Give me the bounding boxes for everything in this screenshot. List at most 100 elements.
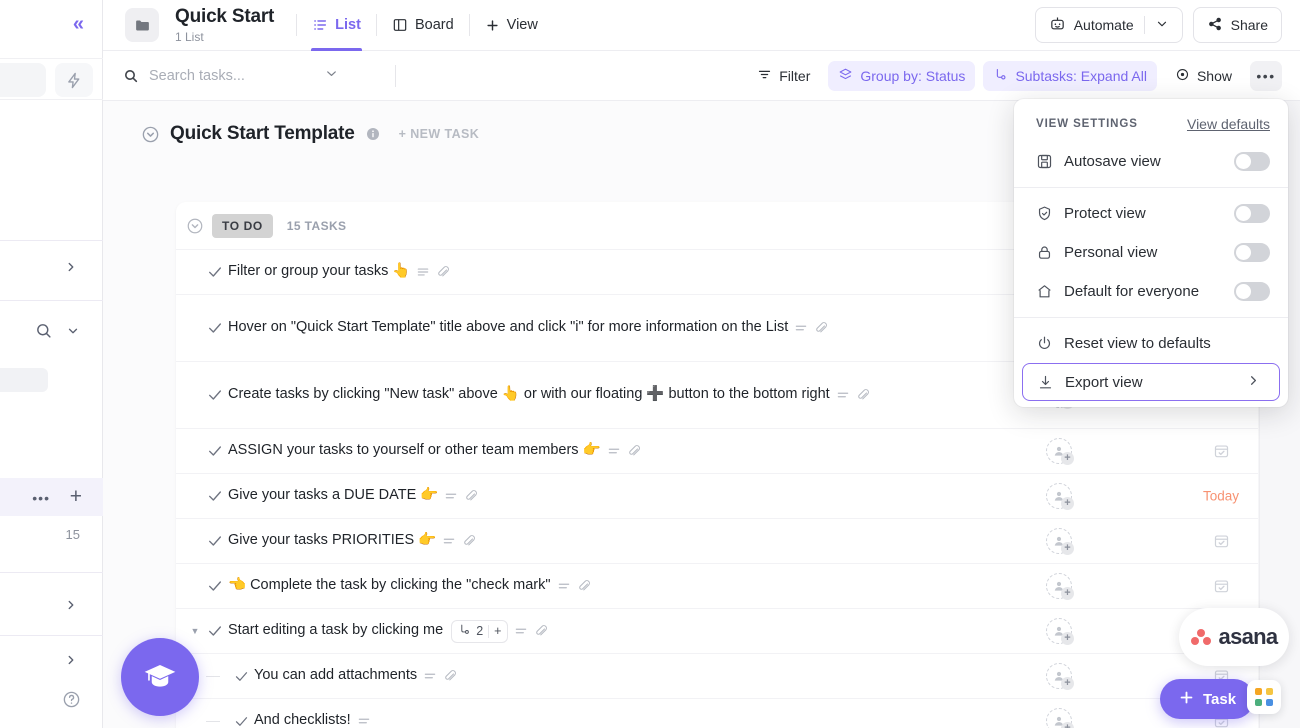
- task-complete-checkmark[interactable]: [228, 714, 254, 728]
- attachment-icon[interactable]: [462, 534, 476, 548]
- table-row[interactable]: Give your tasks PRIORITIES 👉 +: [176, 518, 1258, 563]
- description-icon[interactable]: [794, 321, 808, 335]
- assignee-cell[interactable]: +: [1046, 438, 1072, 464]
- personal-view-toggle[interactable]: [1234, 243, 1270, 262]
- table-row[interactable]: Give your tasks a DUE DATE 👉 + Today: [176, 473, 1258, 518]
- table-row[interactable]: You can add attachments +: [176, 653, 1258, 698]
- description-icon[interactable]: [442, 534, 456, 548]
- description-icon[interactable]: [357, 714, 371, 728]
- task-name[interactable]: Create tasks by clicking "New task" abov…: [228, 376, 830, 413]
- table-row[interactable]: ASSIGN your tasks to yourself or other t…: [176, 428, 1258, 473]
- collapse-group-icon[interactable]: [186, 217, 204, 235]
- assignee-cell[interactable]: +: [1046, 483, 1072, 509]
- filter-button[interactable]: Filter: [747, 61, 820, 91]
- menu-item-reset-view[interactable]: Reset view to defaults: [1014, 324, 1288, 363]
- new-task-button[interactable]: + NEW TASK: [399, 127, 480, 141]
- show-button[interactable]: Show: [1165, 61, 1242, 91]
- attachment-icon[interactable]: [577, 579, 591, 593]
- sidebar-expand-arrow-1[interactable]: [64, 260, 78, 279]
- menu-item-autosave-view[interactable]: Autosave view: [1014, 142, 1288, 181]
- task-name[interactable]: ASSIGN your tasks to yourself or other t…: [228, 432, 601, 469]
- subtask-count-badge[interactable]: 2 +: [451, 620, 508, 643]
- description-icon[interactable]: [444, 489, 458, 503]
- asana-badge[interactable]: asana: [1179, 608, 1289, 666]
- description-icon[interactable]: [607, 444, 621, 458]
- attachment-icon[interactable]: [436, 265, 450, 279]
- task-name[interactable]: You can add attachments: [254, 657, 417, 694]
- attachment-icon[interactable]: [814, 321, 828, 335]
- search-input[interactable]: [149, 68, 324, 84]
- description-icon[interactable]: [836, 388, 850, 402]
- sidebar-chevron-down-icon[interactable]: [66, 324, 80, 341]
- share-button[interactable]: Share: [1193, 7, 1282, 43]
- attachment-icon[interactable]: [627, 444, 641, 458]
- graduation-cap-icon[interactable]: [121, 638, 199, 716]
- tab-add-view[interactable]: View: [470, 0, 553, 51]
- search-chevron-down-icon[interactable]: [324, 66, 339, 86]
- task-name[interactable]: And checklists!: [254, 702, 351, 728]
- row-expander-icon[interactable]: ▼: [188, 626, 202, 636]
- table-row[interactable]: 👈 Complete the task by clicking the "che…: [176, 563, 1258, 608]
- assignee-cell[interactable]: +: [1046, 708, 1072, 728]
- task-complete-checkmark[interactable]: [228, 669, 254, 684]
- sidebar-expand-arrow-3[interactable]: [64, 653, 78, 672]
- collapse-list-icon[interactable]: [141, 125, 160, 144]
- apps-grid-icon[interactable]: [1247, 680, 1281, 714]
- tab-board[interactable]: Board: [377, 0, 469, 51]
- task-complete-checkmark[interactable]: [202, 387, 228, 403]
- autosave-view-toggle[interactable]: [1234, 152, 1270, 171]
- add-task-button[interactable]: Task: [1160, 679, 1254, 719]
- task-complete-checkmark[interactable]: [202, 264, 228, 280]
- task-complete-checkmark[interactable]: [202, 443, 228, 459]
- default-for-everyone-toggle[interactable]: [1234, 282, 1270, 301]
- lightning-icon[interactable]: [55, 63, 93, 97]
- group-by-button[interactable]: Group by: Status: [828, 61, 975, 91]
- question-circle-icon[interactable]: [62, 690, 81, 714]
- attachment-icon[interactable]: [443, 669, 457, 683]
- task-complete-checkmark[interactable]: [202, 623, 228, 639]
- sidebar-search-icon[interactable]: [35, 322, 52, 344]
- task-name[interactable]: Hover on "Quick Start Template" title ab…: [228, 309, 788, 346]
- attachment-icon[interactable]: [856, 388, 870, 402]
- sidebar-collapse-icon[interactable]: «: [73, 14, 84, 34]
- automate-button[interactable]: Automate: [1035, 7, 1183, 43]
- menu-item-default-for-everyone[interactable]: Default for everyone: [1014, 272, 1288, 311]
- info-icon[interactable]: [365, 126, 381, 142]
- task-complete-checkmark[interactable]: [202, 488, 228, 504]
- task-name[interactable]: Give your tasks PRIORITIES 👉: [228, 522, 436, 559]
- task-name[interactable]: Start editing a task by clicking me: [228, 612, 443, 649]
- sidebar-expand-arrow-2[interactable]: [64, 598, 78, 617]
- menu-item-protect-view[interactable]: Protect view: [1014, 194, 1288, 233]
- assignee-cell[interactable]: +: [1046, 663, 1072, 689]
- task-name[interactable]: Give your tasks a DUE DATE 👉: [228, 477, 438, 514]
- add-subtask-icon[interactable]: +: [494, 624, 501, 638]
- description-icon[interactable]: [423, 669, 437, 683]
- menu-item-export-view[interactable]: Export view: [1022, 363, 1280, 401]
- task-complete-checkmark[interactable]: [202, 320, 228, 336]
- status-badge[interactable]: TO DO: [212, 214, 273, 238]
- sidebar-item-active[interactable]: [0, 478, 103, 516]
- view-defaults-link[interactable]: View defaults: [1187, 116, 1270, 132]
- task-complete-checkmark[interactable]: [202, 578, 228, 594]
- description-icon[interactable]: [514, 624, 528, 638]
- sidebar-add-icon[interactable]: +: [70, 486, 82, 507]
- assignee-cell[interactable]: +: [1046, 528, 1072, 554]
- table-row[interactable]: ▼ Start editing a task by clicking me 2 …: [176, 608, 1258, 653]
- menu-item-personal-view[interactable]: Personal view: [1014, 233, 1288, 272]
- chevron-down-icon[interactable]: [1155, 17, 1169, 34]
- task-name[interactable]: Filter or group your tasks 👆: [228, 253, 410, 290]
- tab-list[interactable]: List: [297, 0, 376, 51]
- task-name[interactable]: 👈 Complete the task by clicking the "che…: [228, 567, 551, 604]
- protect-view-toggle[interactable]: [1234, 204, 1270, 223]
- description-icon[interactable]: [557, 579, 571, 593]
- sidebar-workspace-chip[interactable]: [0, 63, 46, 97]
- assignee-cell[interactable]: +: [1046, 573, 1072, 599]
- sidebar-more-icon[interactable]: •••: [32, 490, 50, 506]
- subtasks-button[interactable]: Subtasks: Expand All: [983, 61, 1157, 91]
- assignee-cell[interactable]: +: [1046, 618, 1072, 644]
- task-complete-checkmark[interactable]: [202, 533, 228, 549]
- attachment-icon[interactable]: [464, 489, 478, 503]
- attachment-icon[interactable]: [534, 624, 548, 638]
- sidebar-item-placeholder[interactable]: [0, 368, 48, 392]
- table-row[interactable]: And checklists! +: [176, 698, 1258, 728]
